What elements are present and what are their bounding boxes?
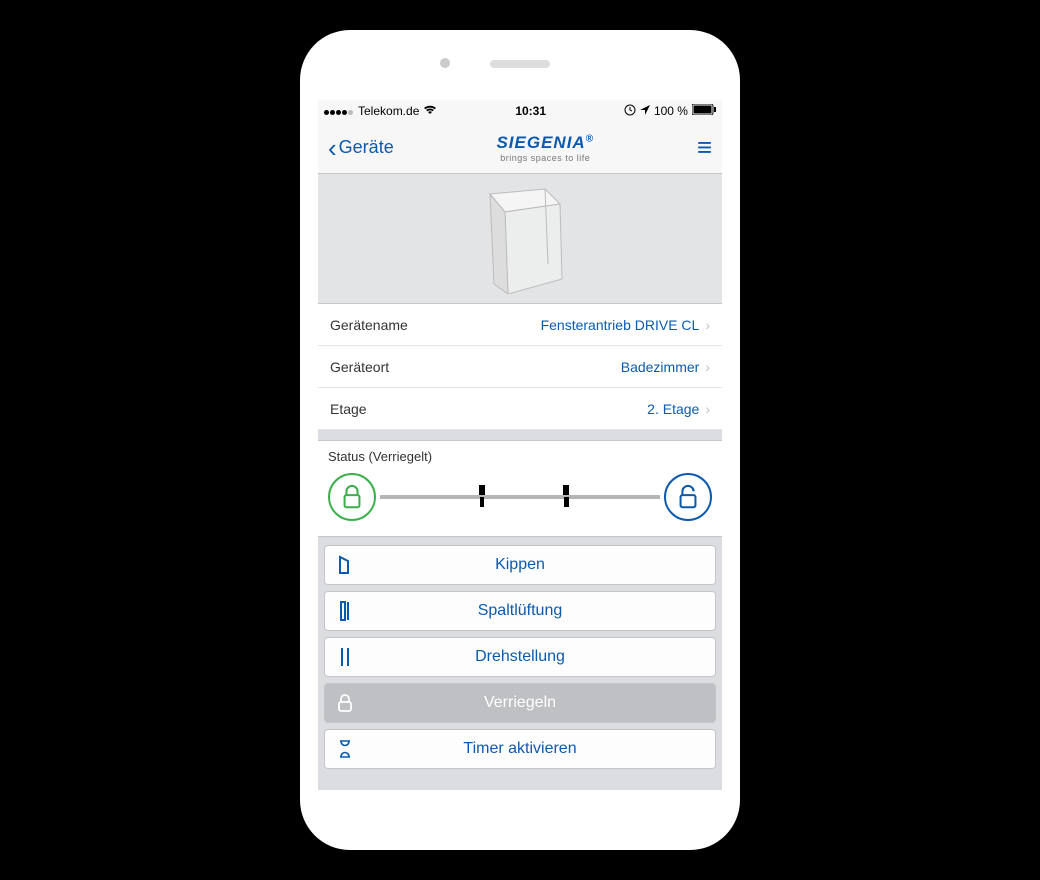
row-device-location[interactable]: Geräteort Badezimmer ›	[318, 346, 722, 388]
status-section: Status (Verriegelt)	[318, 440, 722, 537]
row-label: Gerätename	[330, 317, 408, 333]
battery-percent: 100 %	[654, 104, 688, 118]
row-label: Etage	[330, 401, 367, 417]
row-value: 2. Etage	[647, 401, 699, 417]
carrier-label: Telekom.de	[358, 104, 419, 118]
logo-main: SIEGENIA®	[496, 133, 594, 153]
window-icon	[450, 184, 590, 294]
tilt-icon	[325, 555, 365, 575]
speaker-slot	[490, 60, 550, 68]
ios-status-bar: Telekom.de 10:31 100 %	[318, 100, 722, 122]
location-icon	[640, 104, 650, 118]
row-label: Geräteort	[330, 359, 389, 375]
screen: Telekom.de 10:31 100 %	[318, 100, 722, 790]
button-label: Spaltlüftung	[365, 602, 715, 620]
phone-frame: Telekom.de 10:31 100 %	[300, 30, 740, 850]
slider-tick-2	[562, 485, 570, 509]
button-label: Verriegeln	[365, 694, 715, 712]
button-label: Kippen	[365, 556, 715, 574]
unlocked-icon[interactable]	[664, 473, 712, 521]
chevron-left-icon: ‹	[328, 135, 337, 161]
hamburger-menu-icon[interactable]: ≡	[697, 132, 712, 163]
device-properties: Gerätename Fensterantrieb DRIVE CL › Ger…	[318, 304, 722, 430]
turn-icon	[325, 647, 365, 667]
status-title: Status (Verriegelt)	[328, 449, 712, 464]
row-value: Badezimmer	[621, 359, 700, 375]
slider-tick-1	[478, 485, 486, 509]
status-slider[interactable]	[328, 470, 712, 524]
row-value: Fensterantrieb DRIVE CL	[541, 317, 700, 333]
device-image	[318, 174, 722, 304]
back-button[interactable]: ‹ Geräte	[328, 135, 394, 161]
signal-dots-icon	[324, 104, 354, 118]
orientation-lock-icon	[624, 104, 636, 119]
turn-button[interactable]: Drehstellung	[324, 637, 716, 677]
chevron-right-icon: ›	[705, 401, 710, 417]
chevron-right-icon: ›	[705, 359, 710, 375]
back-label: Geräte	[339, 137, 394, 158]
battery-icon	[692, 104, 716, 118]
wifi-icon	[423, 104, 437, 118]
logo-tagline: brings spaces to life	[496, 153, 594, 163]
button-label: Drehstellung	[365, 648, 715, 666]
brand-logo: SIEGENIA® brings spaces to life	[496, 133, 594, 163]
camera-dot	[440, 58, 450, 68]
row-device-floor[interactable]: Etage 2. Etage ›	[318, 388, 722, 430]
button-label: Timer aktivieren	[365, 740, 715, 758]
hourglass-icon	[325, 740, 365, 758]
clock: 10:31	[515, 104, 546, 118]
locked-icon[interactable]	[328, 473, 376, 521]
status-right: 100 %	[624, 104, 716, 119]
timer-button[interactable]: Timer aktivieren	[324, 729, 716, 769]
tilt-button[interactable]: Kippen	[324, 545, 716, 585]
slider-track	[380, 495, 660, 499]
nav-header: ‹ Geräte SIEGENIA® brings spaces to life…	[318, 122, 722, 174]
action-buttons: Kippen Spaltlüftung Drehstellung Verrieg…	[318, 537, 722, 769]
lock-icon	[325, 694, 365, 712]
gap-vent-icon	[325, 601, 365, 621]
status-left: Telekom.de	[324, 104, 437, 118]
lock-button: Verriegeln	[324, 683, 716, 723]
row-device-name[interactable]: Gerätename Fensterantrieb DRIVE CL ›	[318, 304, 722, 346]
gap-vent-button[interactable]: Spaltlüftung	[324, 591, 716, 631]
chevron-right-icon: ›	[705, 317, 710, 333]
